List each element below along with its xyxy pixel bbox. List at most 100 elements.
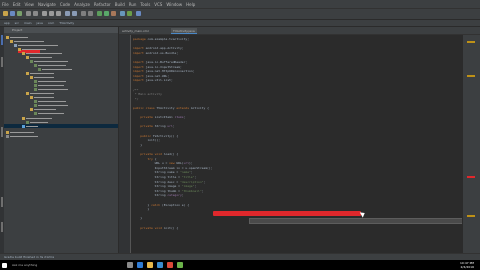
- tree-item[interactable]: [6, 131, 34, 134]
- forward-icon[interactable]: [88, 11, 93, 16]
- edge-icon[interactable]: [137, 262, 144, 268]
- tree-item[interactable]: [30, 108, 56, 111]
- windows-start-icon[interactable]: [2, 262, 7, 268]
- warning-marker[interactable]: [467, 215, 475, 217]
- help-icon[interactable]: [136, 11, 141, 16]
- breadcrumb-item[interactable]: com: [48, 21, 54, 25]
- tree-item[interactable]: [26, 72, 54, 75]
- tree-item[interactable]: [30, 96, 54, 99]
- tab-activity-main[interactable]: activity_main.xml: [120, 28, 151, 33]
- make-project-icon[interactable]: [97, 11, 102, 16]
- tree-item[interactable]: [14, 44, 58, 47]
- menu-item-refactor[interactable]: Refactor: [92, 2, 113, 7]
- tab-tvactivity[interactable]: TVActivity.java: [171, 28, 197, 34]
- code-token: import: [133, 78, 146, 83]
- tree-item[interactable]: [18, 48, 46, 51]
- structure-tool-icon[interactable]: [1, 57, 3, 67]
- code-token: import: [133, 50, 146, 55]
- code-line: private List<Item> items;: [133, 115, 185, 119]
- copy-icon[interactable]: [49, 11, 54, 16]
- cut-icon[interactable]: [42, 11, 47, 16]
- store-icon[interactable]: [157, 262, 164, 268]
- sync-icon[interactable]: [17, 11, 22, 16]
- tree-item[interactable]: [34, 100, 66, 103]
- tree-item[interactable]: [34, 88, 68, 91]
- editor-scrollbar[interactable]: [462, 35, 480, 253]
- tree-item[interactable]: [34, 84, 64, 87]
- tree-item[interactable]: [26, 121, 48, 124]
- menu-item-tools[interactable]: Tools: [138, 2, 152, 7]
- tree-item[interactable]: [6, 36, 28, 39]
- menu-item-analyze[interactable]: Analyze: [72, 2, 92, 7]
- tree-item[interactable]: [34, 104, 68, 107]
- code-token: URL u =: [133, 161, 170, 166]
- breadcrumb-item[interactable]: main: [24, 21, 32, 25]
- tree-item[interactable]: [30, 76, 54, 79]
- search-icon[interactable]: [65, 11, 70, 16]
- build-variants-tool-icon[interactable]: [1, 197, 3, 207]
- chrome-icon[interactable]: [167, 262, 174, 268]
- project-tool-icon[interactable]: [1, 35, 3, 45]
- tree-item[interactable]: [6, 135, 38, 138]
- code-token: android.app.Activity;: [145, 46, 184, 51]
- menu-item-code[interactable]: Code: [58, 2, 72, 7]
- menu-item-build[interactable]: Build: [113, 2, 127, 7]
- tree-item[interactable]: [38, 68, 72, 71]
- tree-item[interactable]: [34, 112, 64, 115]
- tree-item[interactable]: [34, 80, 66, 83]
- undo-icon[interactable]: [26, 11, 31, 16]
- breadcrumb-item[interactable]: src: [15, 21, 19, 25]
- code-token: */: [133, 96, 139, 101]
- code-editor[interactable]: package com.example.tvactivity; import an…: [119, 35, 462, 253]
- back-icon[interactable]: [81, 11, 86, 16]
- menu-item-view[interactable]: View: [22, 2, 36, 7]
- menu-item-edit[interactable]: Edit: [11, 2, 23, 7]
- menu-item-navigate[interactable]: Navigate: [36, 2, 58, 7]
- file-explorer-icon[interactable]: [147, 262, 154, 268]
- tree-item[interactable]: [26, 56, 52, 59]
- system-clock[interactable]: 10:47 PM 2/4/2016: [460, 261, 474, 269]
- open-folder-icon[interactable]: [3, 11, 8, 16]
- replace-icon[interactable]: [72, 11, 77, 16]
- menu-item-run[interactable]: Run: [127, 2, 139, 7]
- code-token: TVActivity: [156, 106, 177, 110]
- tree-item[interactable]: [30, 60, 68, 63]
- save-icon[interactable]: [10, 11, 15, 16]
- captures-tool-icon[interactable]: [1, 127, 3, 137]
- tree-item[interactable]: [22, 125, 38, 128]
- code-token: public: [133, 133, 153, 138]
- tree-item-label: [26, 53, 62, 54]
- menu-item-help[interactable]: Help: [184, 2, 197, 7]
- warning-marker[interactable]: [467, 75, 475, 77]
- run-icon[interactable]: [104, 11, 109, 16]
- warning-marker[interactable]: [467, 41, 475, 43]
- redo-icon[interactable]: [33, 11, 38, 16]
- task-view-icon[interactable]: [127, 262, 134, 268]
- tree-item[interactable]: [10, 40, 44, 43]
- sdk-manager-icon[interactable]: [120, 11, 125, 16]
- avd-manager-icon[interactable]: [127, 11, 132, 16]
- paste-icon[interactable]: [56, 11, 61, 16]
- tree-item[interactable]: [34, 64, 66, 67]
- taskbar-search-box[interactable]: Ask me anything: [12, 263, 37, 267]
- debug-icon[interactable]: [111, 11, 116, 16]
- tree-item[interactable]: [22, 117, 52, 120]
- editor-tab-bar: activity_main.xml TVActivity.java: [119, 27, 480, 35]
- breadcrumb-item[interactable]: TVActivity: [59, 21, 74, 25]
- code-completion-popup[interactable]: [249, 218, 462, 224]
- menu-item-vcs[interactable]: VCS: [152, 2, 164, 7]
- error-marker[interactable]: [467, 176, 475, 178]
- breadcrumb-item[interactable]: java: [37, 21, 43, 25]
- tree-item[interactable]: [22, 52, 62, 55]
- tree-item[interactable]: [26, 92, 54, 95]
- breadcrumb-item[interactable]: app: [4, 21, 10, 25]
- tree-item-label: [38, 101, 66, 102]
- selected-tree-row[interactable]: [0, 124, 118, 128]
- android-studio-icon[interactable]: [177, 262, 184, 268]
- menu-item-window[interactable]: Window: [164, 2, 184, 7]
- menu-item-file[interactable]: File: [0, 2, 11, 7]
- tree-item-label: [38, 113, 64, 114]
- code-token: import: [133, 69, 146, 74]
- tree-item-label: [34, 61, 68, 62]
- favorites-tool-icon[interactable]: [1, 222, 3, 232]
